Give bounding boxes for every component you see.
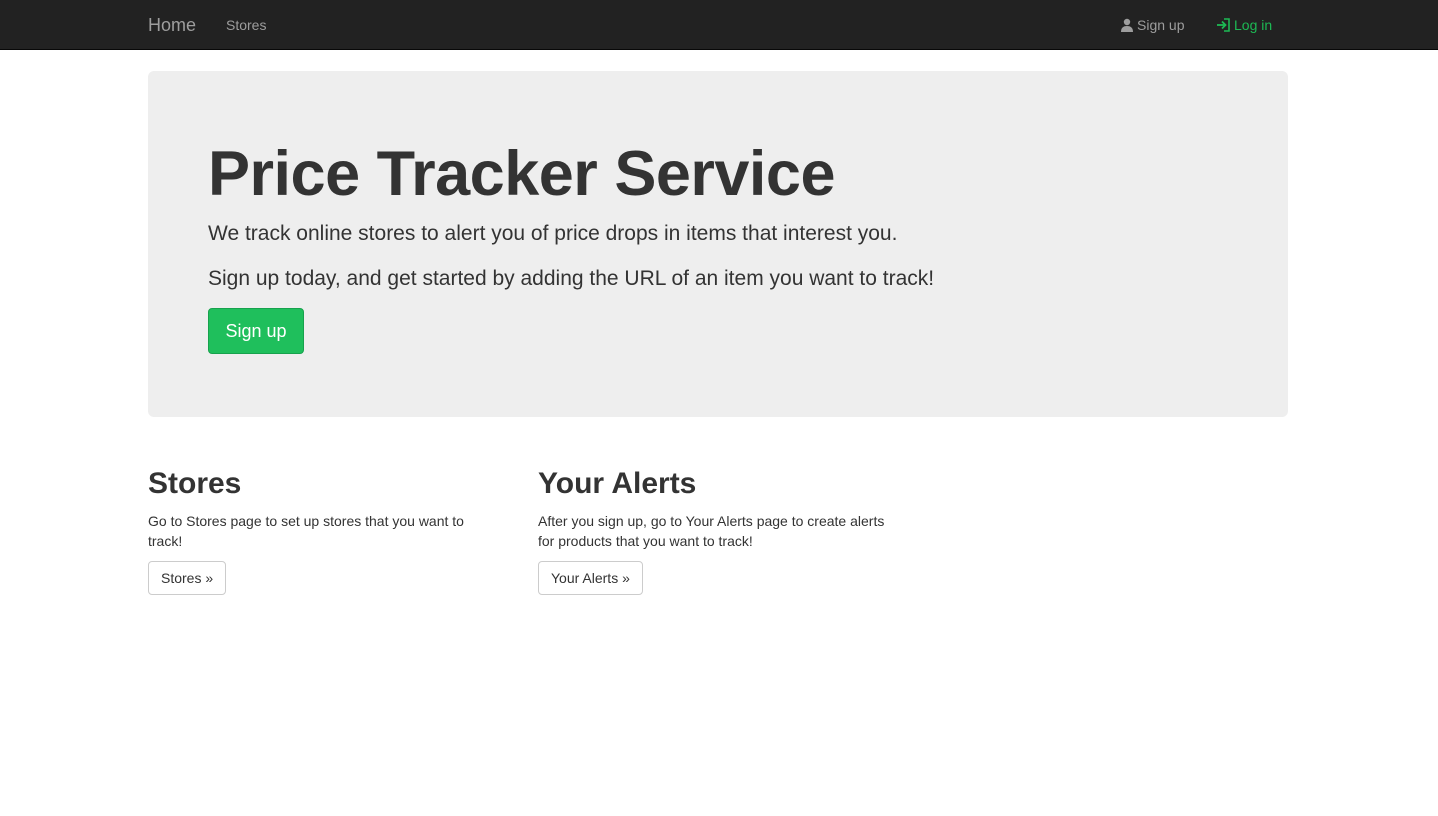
nav-brand-home[interactable]: Home [148,14,196,36]
hero-lead-text: We track online stores to alert you of p… [208,222,898,245]
alerts-description: After you sign up, go to Your Alerts pag… [538,513,885,549]
nav-signup-link[interactable]: Sign up [1120,16,1184,36]
log-in-icon [1216,18,1231,36]
your-alerts-button[interactable]: Your Alerts » [538,561,643,595]
hero-jumbotron: Price Tracker Service We track online st… [148,71,1288,417]
hero-title: Price Tracker Service [208,139,836,209]
nav-signup-label: Sign up [1137,17,1185,33]
stores-heading: Stores [148,467,242,500]
hero-signup-button[interactable]: Sign up [208,308,304,354]
stores-column: Stores Go to Stores page to set up store… [148,466,508,595]
stores-description: Go to Stores page to set up stores that … [148,513,464,549]
alerts-heading: Your Alerts [538,467,697,500]
nav-login-label: Log in [1234,17,1273,33]
hero-signup-prompt: Sign up today, and get started by adding… [208,267,935,290]
top-navbar: Home Stores Sign up Log in [0,0,1438,50]
user-icon [1120,18,1134,36]
alerts-column: Your Alerts After you sign up, go to You… [538,466,898,595]
nav-link-stores[interactable]: Stores [226,16,266,34]
stores-button[interactable]: Stores » [148,561,227,595]
nav-login-link[interactable]: Log in [1216,16,1272,36]
